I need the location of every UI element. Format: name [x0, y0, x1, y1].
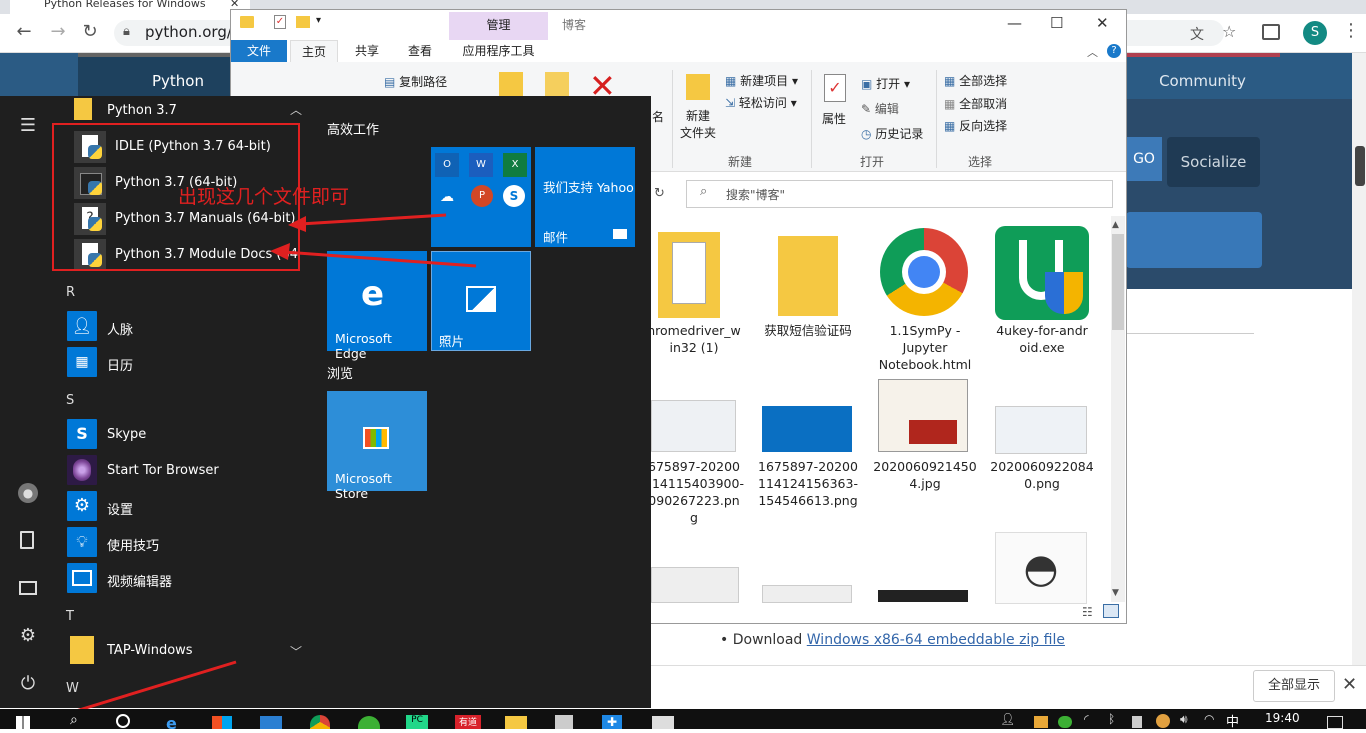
volume-icon[interactable]: 🔊︎ — [1180, 712, 1188, 727]
store-taskbar-icon[interactable] — [212, 716, 232, 729]
annotation-arrows — [22, 213, 477, 728]
cat-tray-icon[interactable] — [1156, 714, 1170, 728]
screenshot-taskbar-icon[interactable] — [652, 716, 674, 729]
action-center-icon[interactable] — [1327, 716, 1343, 729]
mail-taskbar-icon[interactable] — [260, 716, 282, 729]
people-tray-icon[interactable]: 👤︎ — [1000, 712, 1015, 726]
search-taskbar-icon[interactable]: ⌕ — [70, 712, 78, 728]
cortana-icon[interactable] — [116, 714, 130, 728]
bluetooth-tray-icon[interactable]: ᛒ — [1108, 712, 1115, 726]
annotation-arrow-manuals — [299, 213, 447, 226]
app-taskbar-icon[interactable]: ✚ — [602, 715, 622, 729]
annotation-arrow-module-docs — [283, 250, 477, 268]
pycharm-taskbar-icon[interactable]: PC — [406, 715, 428, 729]
notepad-taskbar-icon[interactable] — [555, 715, 573, 729]
file-explorer-taskbar-icon[interactable] — [505, 716, 527, 729]
annotation-arrowhead — [270, 243, 290, 260]
windows-start-icon[interactable] — [16, 716, 30, 729]
wifi-icon[interactable]: ◠ — [1204, 712, 1214, 726]
input-method-indicator[interactable]: 中 — [1226, 711, 1239, 730]
wechat-tray-icon[interactable] — [1058, 716, 1072, 728]
tray-app-icon[interactable] — [1034, 716, 1048, 728]
annotation-arrowhead — [288, 216, 306, 232]
youdao-taskbar-icon[interactable]: 有道 — [455, 715, 481, 729]
edge-taskbar-icon[interactable]: e — [166, 714, 177, 733]
network-tray-icon[interactable]: ◜ — [1084, 712, 1089, 726]
taskbar-clock[interactable]: 19:40 — [1265, 711, 1300, 725]
chrome-taskbar-icon[interactable] — [310, 715, 330, 729]
usb-tray-icon[interactable] — [1132, 716, 1142, 728]
